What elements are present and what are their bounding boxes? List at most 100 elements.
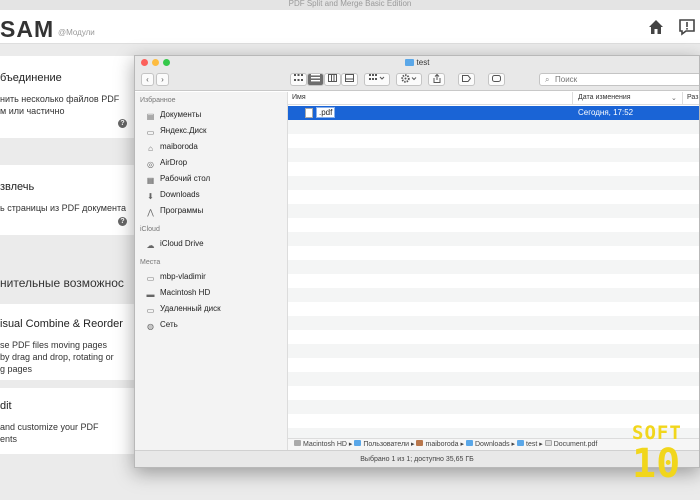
card-desc: нить несколько файлов PDF [0,94,120,104]
empty-row [288,372,699,386]
documents-icon: ▤ [146,112,155,121]
app-titlebar: PDF Split and Merge Basic Edition [0,0,700,10]
disk-icon [294,440,301,446]
column-separator[interactable] [682,92,683,105]
document-icon [305,108,313,118]
path-item[interactable]: maiboroda [416,440,459,448]
sort-chevron-icon: ⌄ [671,95,677,102]
app-header: SAM @Модули [0,10,700,44]
column-view-button[interactable] [324,73,341,86]
arrange-icon [369,74,385,80]
empty-row [288,302,699,316]
app-logo: SAM [0,16,55,42]
path-item[interactable]: Macintosh HD [294,440,347,448]
card-desc: ents [0,434,18,444]
column-name[interactable]: Имя [292,94,306,101]
app-window-title: PDF Split and Merge Basic Edition [288,0,412,8]
empty-row [288,246,699,260]
empty-row [288,134,699,148]
sidebar-item-documents[interactable]: ▤ Документы [145,108,285,122]
app-logo-subtitle: @Модули [58,28,95,37]
empty-row [288,190,699,204]
connect-button[interactable] [488,73,505,86]
list-view-button[interactable] [307,73,324,86]
file-name[interactable]: .pdf [316,107,336,118]
path-item[interactable]: Downloads [465,440,510,448]
watermark-bottom: 10 [632,441,681,487]
share-button[interactable] [428,73,445,86]
help-icon[interactable]: ? [118,119,127,128]
card-desc: and customize your PDF [0,422,99,432]
sidebar-item-macintosh-hd[interactable]: ▬ Macintosh HD [145,286,285,300]
empty-row [288,148,699,162]
search-input[interactable] [555,74,695,85]
file-name-edit-field[interactable]: .pdf [316,107,336,118]
path-label: Пользователи [363,441,410,448]
path-label: maiboroda [425,441,459,448]
airdrop-icon: ◎ [147,160,154,169]
column-separator[interactable] [572,92,573,105]
sidebar-item-icloud-drive[interactable]: ☁ iCloud Drive [145,237,285,251]
sidebar-header-icloud: iCloud [140,226,160,233]
extract-module-card[interactable]: звлечь ь страницы из PDF документа ? [0,165,136,235]
cover-flow-button[interactable] [341,73,358,86]
sidebar-item-yandex-disk[interactable]: ▭ Яндекс.Диск [145,124,285,138]
icon-view-icon [294,74,303,81]
tags-button[interactable] [458,73,475,86]
sidebar-item-desktop[interactable]: ▦ Рабочий стол [145,172,285,186]
sidebar-item-home[interactable]: ⌂ maiboroda [145,140,285,154]
column-date[interactable]: Дата изменения [578,94,631,101]
card-title: бъединение [0,72,62,84]
folder-icon [517,440,525,446]
applications-icon: ⋀ [147,208,154,217]
path-label: Macintosh HD [303,441,347,448]
card-desc: м или частично [0,106,65,116]
tag-icon [462,75,472,82]
sidebar-item-remote-disk[interactable]: ▭ Удаленный диск [145,302,285,316]
document-icon [544,440,552,446]
sidebar-item-label: Macintosh HD [160,288,211,297]
home-icon: ⌂ [148,144,153,153]
folder-icon: ▭ [146,128,155,137]
path-item[interactable]: Пользователи [354,440,410,448]
icon-view-button[interactable] [290,73,307,86]
help-icon[interactable]: ? [118,217,127,226]
empty-row [288,274,699,288]
search-field[interactable]: ⌕ [539,73,699,86]
card-title: isual Combine & Reorder [0,318,123,330]
merge-module-card[interactable]: бъединение нить несколько файлов PDF м и… [0,56,136,138]
path-item[interactable]: Document.pdf [544,440,597,448]
desktop-icon: ▦ [146,176,155,185]
home-icon[interactable] [647,18,665,36]
column-header: Имя Дата изменения ⌄ Раз [288,92,699,105]
empty-row [288,176,699,190]
feedback-icon[interactable] [678,18,696,36]
sidebar-item-applications[interactable]: ⋀ Программы [145,204,285,218]
sidebar-item-airdrop[interactable]: ◎ AirDrop [145,156,285,170]
sidebar-header-favorites: Избранное [140,97,176,104]
card-desc: by drag and drop, rotating or [0,352,114,362]
cover-flow-icon [345,74,354,82]
path-label: Downloads [474,441,510,448]
visual-combine-card[interactable]: isual Combine & Reorder se PDF files mov… [0,304,136,380]
empty-row [288,344,699,358]
file-list[interactable]: Имя Дата изменения ⌄ Раз .pdf Сегодня, 17… [288,92,699,457]
back-button[interactable]: ‹ [141,73,154,86]
finder-toolbar: ‹ › ⌕ [135,69,699,91]
action-button[interactable] [396,73,422,86]
column-size[interactable]: Раз [687,94,698,101]
sidebar-item-network[interactable]: ◍ Сеть [145,318,285,332]
forward-button[interactable]: › [156,73,169,86]
empty-row [288,120,699,134]
finder-titlebar[interactable]: test [135,56,699,69]
sidebar-item-downloads[interactable]: ⬇ Downloads [145,188,285,202]
sidebar-item-label: iCloud Drive [160,239,204,248]
gear-icon [401,74,417,83]
path-item[interactable]: test [517,440,537,448]
edit-card[interactable]: dit and customize your PDF ents [0,388,136,454]
card-desc: g pages [0,364,33,374]
file-row[interactable]: .pdf Сегодня, 17:52 [288,106,699,120]
card-desc: se PDF files moving pages [0,340,108,350]
sidebar-item-computer[interactable]: ▭ mbp-vladimir [145,270,285,284]
arrange-button[interactable] [364,73,390,86]
